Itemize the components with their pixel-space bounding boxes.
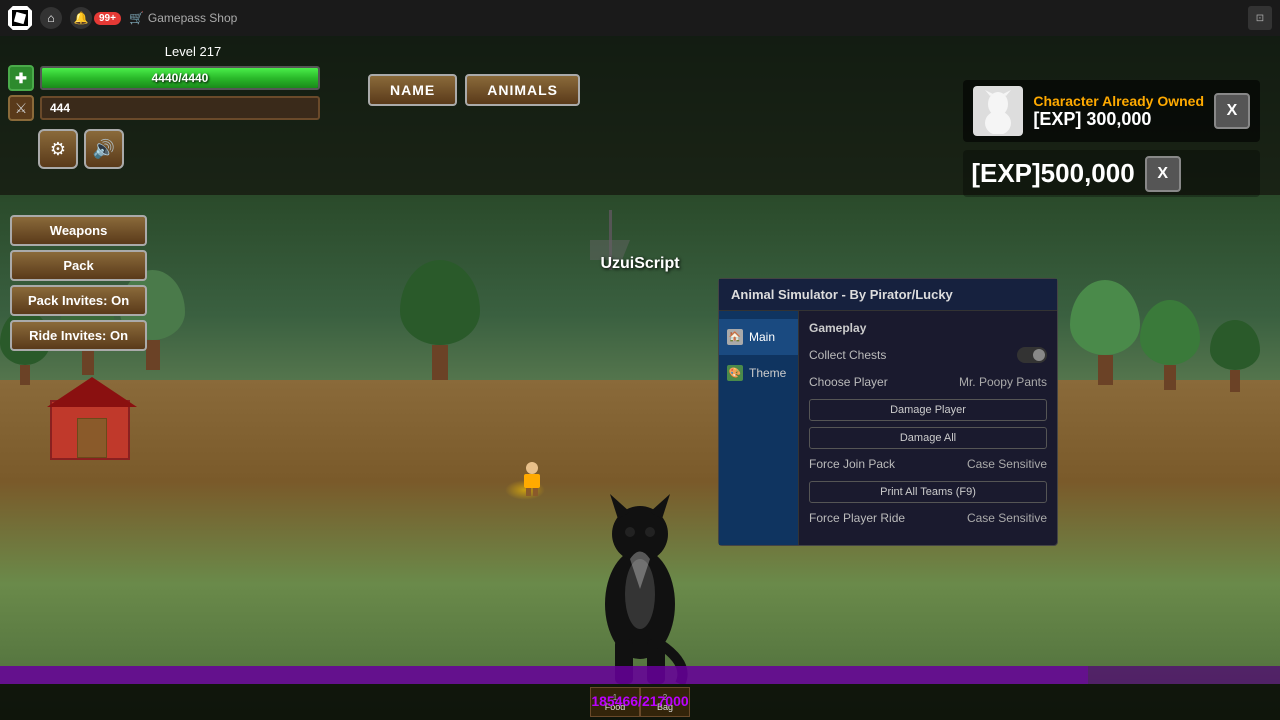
- toggle-knob: [1033, 349, 1045, 361]
- gameplay-section-title: Gameplay: [809, 321, 1047, 335]
- uzui-script-label: UzuiScript: [600, 255, 679, 273]
- force-player-ride-row: Force Player Ride Case Sensitive: [809, 509, 1047, 527]
- force-join-pack-row: Force Join Pack Case Sensitive: [809, 455, 1047, 473]
- weapon-icon: ⚔: [8, 95, 34, 121]
- force-join-pack-value: Case Sensitive: [967, 457, 1047, 471]
- roblox-logo: [8, 6, 32, 30]
- exp-panel-close[interactable]: X: [1145, 156, 1181, 192]
- animals-button[interactable]: ANIMALS: [465, 74, 580, 106]
- cat-character: [580, 464, 700, 684]
- theme-nav-icon: 🎨: [727, 365, 743, 381]
- force-player-ride-label: Force Player Ride: [809, 511, 905, 525]
- panel-title: Animal Simulator - By Pirator/Lucky: [719, 279, 1057, 311]
- progress-fill: [0, 666, 1088, 684]
- ship-mast: [590, 210, 630, 260]
- collect-chests-label: Collect Chests: [809, 348, 886, 362]
- notification-icon[interactable]: 🔔: [70, 7, 92, 29]
- pack-button[interactable]: Pack: [10, 250, 147, 281]
- nav-main[interactable]: 🏠 Main: [719, 319, 798, 355]
- character-owned-label: Character Already Owned: [1033, 93, 1204, 109]
- hud-panel: Level 217 ✚ 4440/4440 ⚔ 444 ⚙ 🔊 NAME ANI…: [0, 36, 1280, 195]
- print-all-teams-button[interactable]: Print All Teams (F9): [809, 481, 1047, 503]
- level-display: Level 217: [38, 44, 348, 59]
- weapon-value: 444: [50, 101, 70, 115]
- left-sidebar: Weapons Pack Pack Invites: On Ride Invit…: [10, 215, 147, 351]
- collect-chests-row: Collect Chests: [809, 345, 1047, 365]
- bottom-progress-text: 185466/217000: [591, 693, 688, 709]
- pack-invites-button[interactable]: Pack Invites: On: [10, 285, 147, 316]
- hud-right-section: Character Already Owned [EXP] 300,000 X …: [963, 80, 1260, 197]
- character-avatar: [973, 86, 1023, 136]
- choose-player-label: Choose Player: [809, 375, 888, 389]
- gamepass-shop-button[interactable]: 🛒 Gamepass Shop: [129, 11, 237, 25]
- tree-5: [1070, 280, 1140, 385]
- tree-7: [400, 260, 480, 380]
- sound-icon-button[interactable]: 🔊: [84, 129, 124, 169]
- health-text: 4440/4440: [42, 68, 318, 88]
- character-panel-close[interactable]: X: [1214, 93, 1250, 129]
- hud-left-section: Level 217 ✚ 4440/4440 ⚔ 444 ⚙ 🔊: [8, 44, 348, 169]
- bottom-hotbar: 1 Food 2 Bag 185466/217000: [0, 684, 1280, 720]
- panel-main-content: Gameplay Collect Chests Choose Player Mr…: [799, 311, 1057, 545]
- bottom-progress-bar: [0, 666, 1280, 684]
- hud-center-buttons: NAME ANIMALS: [368, 74, 580, 106]
- main-nav-icon: 🏠: [727, 329, 743, 345]
- health-bar-row: ✚ 4440/4440: [8, 65, 348, 91]
- weapon-bar-row: ⚔ 444: [8, 95, 348, 121]
- choose-player-value: Mr. Poopy Pants: [959, 375, 1047, 389]
- notification-count: 99+: [94, 12, 121, 25]
- hud-icon-buttons: ⚙ 🔊: [38, 129, 348, 169]
- damage-all-button[interactable]: Damage All: [809, 427, 1047, 449]
- nav-theme[interactable]: 🎨 Theme: [719, 355, 798, 391]
- tree-4: [1140, 300, 1200, 390]
- damage-player-button[interactable]: Damage Player: [809, 399, 1047, 421]
- exp-panel: [EXP]500,000 X: [963, 150, 1260, 197]
- force-join-pack-label: Force Join Pack: [809, 457, 895, 471]
- panel-body: 🏠 Main 🎨 Theme Gameplay Collect Chests C…: [719, 311, 1057, 545]
- roblox-home-icon[interactable]: ⌂: [40, 7, 62, 29]
- name-button[interactable]: NAME: [368, 74, 457, 106]
- tree-6: [1210, 320, 1260, 392]
- weapons-button[interactable]: Weapons: [10, 215, 147, 246]
- health-bar: 4440/4440: [40, 66, 320, 90]
- health-icon: ✚: [8, 65, 34, 91]
- character-owned-panel: Character Already Owned [EXP] 300,000 X: [963, 80, 1260, 142]
- animal-simulator-panel: Animal Simulator - By Pirator/Lucky 🏠 Ma…: [718, 278, 1058, 546]
- settings-icon-button[interactable]: ⚙: [38, 129, 78, 169]
- character-info: Character Already Owned [EXP] 300,000: [1033, 93, 1204, 130]
- collect-chests-toggle[interactable]: [1017, 347, 1047, 363]
- cart-icon: 🛒: [129, 11, 144, 25]
- roblox-topbar: ⌂ 🔔 99+ 🛒 Gamepass Shop ⊡: [0, 0, 1280, 36]
- barn: [50, 400, 130, 460]
- notification-area[interactable]: 🔔 99+: [70, 7, 121, 29]
- force-player-ride-value: Case Sensitive: [967, 511, 1047, 525]
- hotbar-area: 1 Food 2 Bag 185466/217000: [590, 687, 690, 717]
- weapon-bar: 444: [40, 96, 320, 120]
- exp-value-large: [EXP]500,000: [971, 154, 1134, 193]
- choose-player-row: Choose Player Mr. Poopy Pants: [809, 373, 1047, 391]
- panel-navigation: 🏠 Main 🎨 Theme: [719, 311, 799, 545]
- expand-button[interactable]: ⊡: [1248, 6, 1272, 30]
- small-figure: [520, 462, 544, 494]
- ride-invites-button[interactable]: Ride Invites: On: [10, 320, 147, 351]
- character-exp-value: [EXP] 300,000: [1033, 109, 1204, 130]
